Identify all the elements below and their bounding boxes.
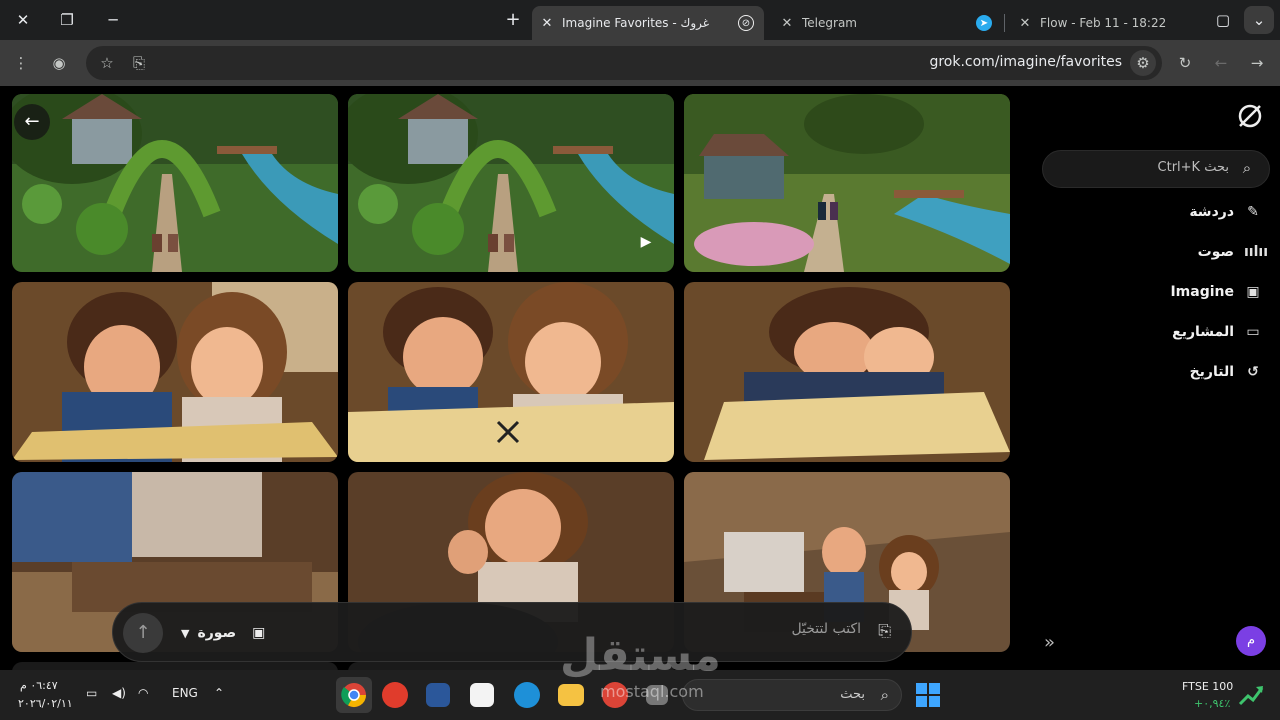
grok-imagine-favorites-page: ← ▶ بحث Ctrl+K ⌕ دردشة ✎ صوت ıılıı Imagi… bbox=[0, 86, 1280, 670]
favorite-image-row4-1[interactable] bbox=[12, 662, 338, 670]
tab-search-icon[interactable]: ▢ bbox=[1208, 6, 1238, 34]
tab-flow[interactable]: ✕ Flow - Feb 11 - 18:22 bbox=[1010, 6, 1208, 40]
taskbar-search-label: بحث bbox=[840, 687, 865, 702]
search-label: بحث Ctrl+K bbox=[1157, 160, 1229, 175]
close-window-icon[interactable]: ✕ bbox=[8, 6, 38, 34]
expand-sidebar-icon[interactable]: » bbox=[1044, 632, 1055, 653]
imagine-prompt-bar: ↑ ▼ صورة ▣ اكتب لتتخيّل ⎘ bbox=[112, 602, 912, 662]
taskbar-search[interactable]: بحث ⌕ bbox=[682, 679, 902, 711]
sidebar-item-label: المشاريع bbox=[1172, 324, 1234, 340]
watermark-url: mostaql.com bbox=[600, 682, 704, 701]
tab-separator bbox=[1004, 14, 1005, 32]
tab-title: Telegram bbox=[802, 16, 857, 30]
reload-icon[interactable]: ↻ bbox=[1172, 50, 1198, 76]
history-icon: ↺ bbox=[1247, 364, 1259, 380]
bookmark-star-icon[interactable]: ☆ bbox=[94, 50, 120, 76]
sidebar-item-history[interactable]: التاريخ ↺ bbox=[1190, 360, 1262, 384]
kids-map-scene bbox=[348, 282, 674, 462]
voice-icon: ıılıı bbox=[1244, 244, 1268, 260]
browser-tab-strip: ✕ ❐ ─ + ✕ Imagine Favorites - غروك ⊘ ✕ T… bbox=[0, 0, 1280, 40]
sidebar-item-label: Imagine bbox=[1170, 284, 1234, 300]
stock-up-icon bbox=[1238, 686, 1264, 706]
favorite-image-map-3[interactable] bbox=[684, 282, 1010, 462]
word-taskbar-icon[interactable] bbox=[426, 683, 450, 707]
image-mode-icon: ▣ bbox=[252, 625, 266, 641]
watermark: مستقل bbox=[560, 630, 721, 681]
back-button[interactable]: ← bbox=[14, 104, 50, 140]
favorite-image-map-1[interactable] bbox=[12, 282, 338, 462]
sidebar-item-label: صوت bbox=[1197, 244, 1234, 260]
grok-logo-icon[interactable] bbox=[1236, 102, 1264, 130]
submit-button[interactable]: ↑ bbox=[123, 613, 163, 653]
search-icon: ⌕ bbox=[1242, 159, 1252, 177]
search-button[interactable]: بحث Ctrl+K ⌕ bbox=[1042, 150, 1270, 188]
mode-label: صورة bbox=[197, 625, 237, 641]
avatar[interactable]: م bbox=[1236, 626, 1266, 656]
wifi-icon[interactable]: ◠ bbox=[138, 686, 148, 700]
favorite-image-garden-1[interactable] bbox=[12, 94, 338, 272]
tab-telegram[interactable]: ✕ Telegram ➤ bbox=[772, 6, 1002, 40]
edit-icon: ✎ bbox=[1247, 204, 1259, 220]
grok-favicon-icon: ⊘ bbox=[738, 15, 754, 31]
profile-icon[interactable]: ◉ bbox=[46, 50, 72, 76]
restore-window-icon[interactable]: ❐ bbox=[52, 6, 82, 34]
tab-title: Flow - Feb 11 - 18:22 bbox=[1040, 16, 1167, 30]
favorite-video-garden-2[interactable] bbox=[348, 94, 674, 272]
tab-list-chevron-icon[interactable]: ⌄ bbox=[1244, 6, 1274, 34]
sidebar-item-imagine[interactable]: Imagine ▣ bbox=[1170, 280, 1262, 304]
url-text[interactable]: grok.com/imagine/favorites bbox=[929, 54, 1122, 70]
close-tab-icon[interactable]: ✕ bbox=[1016, 16, 1034, 31]
mode-select[interactable]: ▼ صورة ▣ bbox=[181, 621, 265, 645]
forward-nav-icon[interactable]: → bbox=[1244, 50, 1270, 76]
sidebar-item-voice[interactable]: صوت ıılıı bbox=[1197, 240, 1268, 264]
file-explorer-taskbar-icon[interactable] bbox=[558, 684, 584, 706]
search-icon: ⌕ bbox=[880, 686, 889, 704]
edge-taskbar-icon[interactable] bbox=[514, 682, 540, 708]
grok-sidebar: بحث Ctrl+K ⌕ دردشة ✎ صوت ıılıı Imagine ▣… bbox=[1030, 86, 1280, 670]
cottage-path-scene bbox=[684, 94, 1010, 272]
close-tab-icon[interactable]: ✕ bbox=[778, 16, 796, 31]
ftse-widget-change: +٠,٩٤٪ bbox=[1194, 697, 1231, 710]
chrome-taskbar-icon[interactable] bbox=[336, 677, 372, 713]
clock-time[interactable]: ٠٦:٤٧ م bbox=[20, 679, 58, 692]
favorite-image-map-2[interactable] bbox=[348, 282, 674, 462]
back-nav-icon[interactable]: ← bbox=[1208, 50, 1234, 76]
site-settings-icon[interactable]: ⚙ bbox=[1130, 50, 1156, 76]
kids-map-scene bbox=[684, 282, 1010, 462]
battery-icon[interactable]: ▭ bbox=[86, 686, 97, 700]
garden-scene bbox=[12, 94, 338, 272]
sidebar-item-projects[interactable]: المشاريع ▭ bbox=[1172, 320, 1262, 344]
menu-kebab-icon[interactable]: ⋮ bbox=[8, 50, 34, 76]
attach-icon[interactable]: ⎘ bbox=[878, 621, 891, 641]
close-tab-icon[interactable]: ✕ bbox=[538, 16, 556, 31]
sidebar-item-label: التاريخ bbox=[1189, 364, 1234, 380]
ftse-widget-name[interactable]: FTSE 100 bbox=[1182, 680, 1233, 693]
volume-icon[interactable]: ◀) bbox=[112, 686, 126, 700]
tray-overflow-icon[interactable]: ⌃ bbox=[214, 686, 224, 700]
prompt-input[interactable]: اكتب لتتخيّل bbox=[791, 621, 861, 637]
play-icon[interactable]: ▶ bbox=[636, 232, 656, 252]
browser-toolbar: ⋮ ◉ ☆ ⎘ grok.com/imagine/favorites ⚙ ↻ ←… bbox=[0, 40, 1280, 86]
tab-imagine-favorites[interactable]: ✕ Imagine Favorites - غروك ⊘ bbox=[532, 6, 764, 40]
store-taskbar-icon[interactable] bbox=[470, 683, 494, 707]
telegram-favicon-icon: ➤ bbox=[976, 15, 992, 31]
windows-start-icon[interactable] bbox=[916, 683, 940, 707]
tab-title: Imagine Favorites - غروك bbox=[562, 16, 710, 30]
language-indicator[interactable]: ENG bbox=[172, 686, 198, 700]
new-tab-button[interactable]: + bbox=[498, 6, 528, 34]
sidebar-item-label: دردشة bbox=[1189, 204, 1234, 220]
address-bar[interactable]: ☆ ⎘ grok.com/imagine/favorites ⚙ bbox=[86, 46, 1162, 80]
garden-scene bbox=[348, 94, 674, 272]
favorite-image-garden-3[interactable] bbox=[684, 94, 1010, 272]
install-app-icon[interactable]: ⎘ bbox=[126, 50, 152, 76]
folder-icon: ▭ bbox=[1246, 324, 1260, 340]
minimize-window-icon[interactable]: ─ bbox=[98, 6, 128, 34]
kids-map-scene bbox=[12, 282, 338, 462]
image-icon: ▣ bbox=[1246, 284, 1260, 300]
chevron-down-icon: ▼ bbox=[181, 626, 190, 640]
sidebar-item-chat[interactable]: دردشة ✎ bbox=[1189, 200, 1262, 224]
clock-date[interactable]: ٢٠٢٦/٠٢/١١ bbox=[18, 697, 73, 710]
wps-taskbar-icon[interactable] bbox=[382, 682, 408, 708]
